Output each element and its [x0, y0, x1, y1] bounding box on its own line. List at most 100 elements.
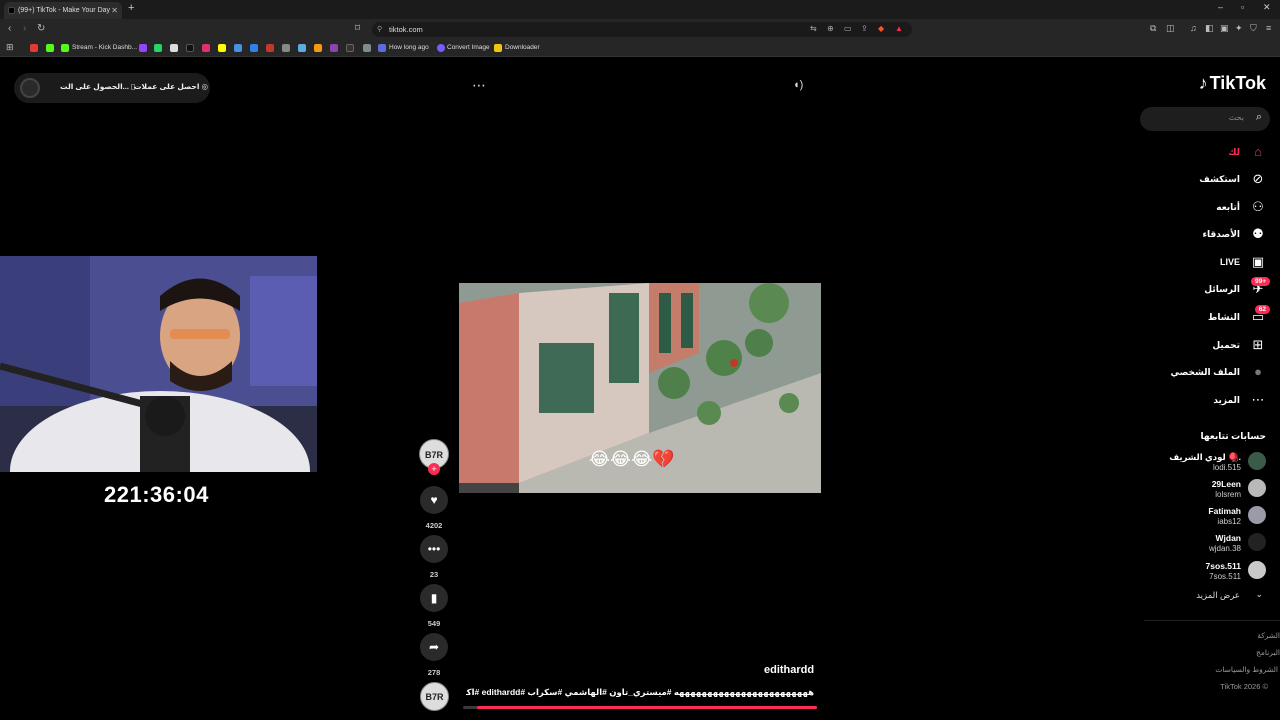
like-button[interactable]: ♥ — [420, 486, 448, 514]
bookmark-site-icon[interactable] — [298, 44, 306, 52]
bookmark-site-icon[interactable] — [346, 44, 354, 52]
share-icon[interactable]: ⇪ — [861, 24, 868, 33]
see-more-link[interactable]: عرض المزيد — [1196, 590, 1240, 601]
maximize-window-icon[interactable]: ▫ — [1241, 2, 1244, 12]
brave-shields-icon[interactable]: ◆ — [878, 24, 884, 33]
zoom-icon[interactable]: ⊕ — [827, 24, 834, 33]
creator-avatar-bottom[interactable]: B7R — [420, 682, 449, 711]
nav-item-activity[interactable]: النشاط ▭ 62 — [1136, 305, 1280, 330]
bookmark-whatsapp-icon[interactable] — [154, 44, 162, 52]
bookmark-kick-icon[interactable] — [46, 44, 54, 52]
apps-icon[interactable]: ⊞ — [6, 42, 14, 53]
search-icon[interactable]: ⌕ — [1256, 111, 1262, 124]
video-author[interactable]: edithardd — [764, 664, 814, 676]
save-count: 549 — [427, 619, 441, 628]
get-app-link[interactable]: الحصول على الت... ▯ — [60, 82, 135, 91]
bookmark-site-icon[interactable] — [234, 44, 242, 52]
chevron-down-icon[interactable]: ⌄ — [1255, 589, 1263, 600]
nav-item-messages[interactable]: الرسائل ✈ 99+ — [1136, 277, 1280, 302]
account-avatar — [1248, 533, 1266, 551]
more-options-icon[interactable]: ⋯ — [472, 77, 487, 94]
browser-tab-tiktok[interactable]: (99+) TikTok - Make Your Day ✕ — [4, 2, 122, 19]
logo-text: TikTok — [1209, 73, 1266, 93]
following-account[interactable]: Wjdan wjdan.38 — [1136, 532, 1280, 556]
bookmark-site-icon[interactable] — [330, 44, 338, 52]
nav-item-following[interactable]: أتابعه ⚇ — [1136, 198, 1280, 220]
media-icon[interactable]: ♫ — [1190, 23, 1197, 33]
following-account[interactable]: 7sos.511 7sos.511 — [1136, 560, 1280, 584]
back-icon[interactable]: ‹ — [8, 23, 11, 34]
account-name: 29Leen — [1211, 479, 1241, 489]
forward-icon[interactable]: › — [23, 23, 26, 34]
new-tab-button[interactable]: + — [128, 2, 134, 14]
share-button[interactable]: ➦ — [420, 633, 448, 661]
bookmark-downloader[interactable]: Downloader — [505, 44, 540, 51]
bookmark-x-icon[interactable] — [170, 44, 178, 52]
bookmark-how-long-ago[interactable]: How long ago — [389, 44, 429, 51]
nav-item-explore[interactable]: استكشف ⊘ — [1136, 170, 1280, 192]
bookmark-tiktok-icon[interactable] — [186, 44, 194, 52]
comment-button[interactable]: ••• — [420, 535, 448, 563]
bookmark-site-icon[interactable] — [314, 44, 322, 52]
video-player[interactable]: 😂😂😂💔 — [459, 283, 821, 493]
cast-icon[interactable]: ▭ — [844, 24, 852, 33]
volume-icon[interactable]: ◖) — [793, 79, 803, 91]
wallet-icon[interactable]: ▣ — [1220, 23, 1229, 34]
following-icon: ⚇ — [1252, 199, 1264, 214]
get-coins-link[interactable]: احصل على عملات ◎ — [134, 82, 208, 91]
tiktok-logo[interactable]: ♪ TikTok — [1199, 73, 1266, 94]
nav-label: الرسائل — [1204, 284, 1240, 294]
nav-item-more[interactable]: المزيد ⋯ — [1136, 391, 1280, 413]
close-tab-icon[interactable]: ✕ — [111, 2, 118, 19]
search-input[interactable]: بحث ⌕ — [1140, 107, 1270, 131]
nav-item-live[interactable]: LIVE ▣ — [1136, 253, 1280, 275]
footer-copyright: TikTok 2026 © — [1220, 682, 1268, 691]
following-account[interactable]: 29Leen lolsrem — [1136, 478, 1280, 502]
site-info-icon[interactable]: ⚲ — [377, 25, 382, 33]
bookmark-site-icon[interactable] — [282, 44, 290, 52]
nav-item-for-you[interactable]: لك ⌂ — [1136, 143, 1280, 165]
bookmark-site-icon[interactable] — [250, 44, 258, 52]
bookmark-instagram-icon[interactable] — [202, 44, 210, 52]
user-avatar[interactable] — [20, 78, 40, 98]
save-button[interactable]: ▮ — [420, 584, 448, 612]
screenshot-icon[interactable]: ◫ — [1166, 23, 1175, 34]
follow-plus-icon[interactable]: + — [428, 463, 440, 475]
bookmark-page-icon[interactable]: ⌑ — [355, 23, 360, 34]
bookmark-youtube-icon[interactable] — [30, 44, 38, 52]
bookmark-site-icon[interactable] — [266, 44, 274, 52]
reload-icon[interactable]: ↻ — [37, 23, 45, 34]
webcam-overlay — [0, 256, 317, 472]
following-account[interactable]: Fatimah iabs12 — [1136, 505, 1280, 529]
extensions-icon[interactable]: ⧉ — [1150, 23, 1156, 34]
account-avatar — [1248, 479, 1266, 497]
menu-icon[interactable]: ≡ — [1266, 23, 1271, 33]
leo-icon[interactable]: ✦ — [1235, 23, 1243, 34]
footer-link-program[interactable]: البرنامج — [1256, 648, 1280, 657]
close-window-icon[interactable]: ✕ — [1263, 2, 1271, 13]
account-username: 7sos.511 — [1209, 572, 1241, 581]
bookmark-convert-image[interactable]: Convert Image — [447, 44, 490, 51]
minimize-window-icon[interactable]: – — [1218, 2, 1223, 12]
browser-chrome: (99+) TikTok - Make Your Day ✕ + – ▫ ✕ ‹… — [0, 0, 1280, 57]
divider — [1144, 620, 1280, 621]
footer-link-terms[interactable]: الشروط والسياسات — [1215, 665, 1278, 674]
address-bar[interactable]: ⚲ tiktok.com ⇆ ⊕ ▭ ⇪ ◆ ▲ — [372, 22, 912, 37]
vpn-icon[interactable]: ⛉ — [1250, 23, 1257, 34]
account-username: iabs12 — [1217, 517, 1241, 526]
video-progress-bar[interactable] — [463, 706, 817, 709]
get-coins-label: احصل على عملات — [134, 82, 200, 91]
nav-item-upload[interactable]: تحميل ⊞ — [1136, 336, 1280, 358]
get-app-banner[interactable]: الحصول على الت... ▯ احصل على عملات ◎ — [14, 73, 210, 103]
friends-icon: ⚉ — [1252, 226, 1264, 241]
bookmark-kick-dashboard[interactable]: Stream - Kick Dashb... — [72, 44, 137, 51]
bookmark-twitch-icon[interactable] — [139, 44, 147, 52]
nav-item-profile[interactable]: الملف الشخصي ● — [1136, 363, 1280, 385]
nav-item-friends[interactable]: الأصدقاء ⚉ — [1136, 225, 1280, 247]
footer-link-company[interactable]: الشركة — [1257, 631, 1280, 640]
sidebar-toggle-icon[interactable]: ◧ — [1205, 23, 1214, 34]
rewards-icon[interactable]: ▲ — [895, 24, 903, 33]
following-account[interactable]: لودي الشريف 🪀. lodi.515 — [1136, 451, 1280, 475]
bookmark-snapchat-icon[interactable] — [218, 44, 226, 52]
translate-icon[interactable]: ⇆ — [810, 24, 817, 33]
